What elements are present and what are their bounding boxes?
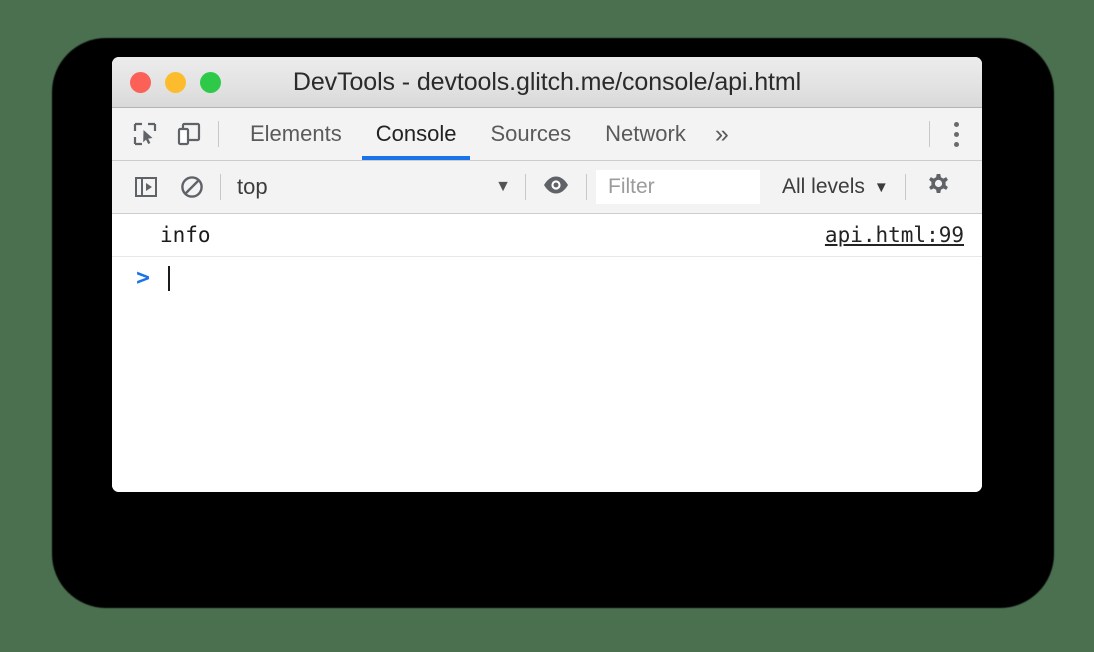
console-prompt-row[interactable]: > <box>112 257 982 299</box>
console-toolbar-divider-3 <box>586 174 587 200</box>
devtools-tab-bar: Elements Console Sources Network » <box>112 108 982 161</box>
text-cursor <box>168 265 170 291</box>
window-title: DevTools - devtools.glitch.me/console/ap… <box>292 67 802 96</box>
more-tabs-button[interactable]: » <box>703 108 739 160</box>
console-message-text: info <box>160 223 211 247</box>
console-message-row[interactable]: info api.html:99 <box>112 214 982 257</box>
gear-icon <box>923 170 953 205</box>
panel-tabs: Elements Console Sources Network » <box>219 108 739 160</box>
maximize-window-button[interactable] <box>200 71 221 93</box>
tab-elements-label: Elements <box>250 121 342 146</box>
kebab-dot <box>953 141 959 147</box>
execution-context-selector[interactable]: top ▼ <box>221 161 525 213</box>
tabbar-left-icons <box>112 108 218 160</box>
close-window-button[interactable] <box>130 71 151 93</box>
filter-input[interactable]: Filter <box>596 170 760 204</box>
tab-console-label: Console <box>375 121 457 146</box>
chevron-down-icon: ▼ <box>873 178 889 196</box>
filter-placeholder: Filter <box>608 175 655 198</box>
console-message-list[interactable]: info api.html:99 > <box>112 214 982 492</box>
tab-network[interactable]: Network <box>588 108 703 160</box>
tab-console[interactable]: Console <box>359 108 474 160</box>
minimize-window-button[interactable] <box>165 71 186 93</box>
device-toolbar-icon[interactable] <box>174 119 204 149</box>
window-title-bar: DevTools - devtools.glitch.me/console/ap… <box>112 57 982 108</box>
console-toolbar: top ▼ Filter All levels ▼ <box>112 161 982 214</box>
tab-sources[interactable]: Sources <box>473 108 588 160</box>
tab-network-label: Network <box>605 121 686 146</box>
tabbar-right-group <box>929 108 982 160</box>
kebab-dot <box>953 121 959 127</box>
kebab-dot <box>953 131 959 137</box>
devtools-window: DevTools - devtools.glitch.me/console/ap… <box>112 57 982 492</box>
clear-console-icon[interactable] <box>177 172 207 202</box>
create-live-expression-button[interactable] <box>526 161 586 213</box>
log-level-label: All levels <box>782 175 865 198</box>
chevron-down-icon: ▼ <box>495 178 511 195</box>
settings-button[interactable] <box>906 161 971 213</box>
console-toolbar-left-icons <box>112 161 220 213</box>
inspect-element-icon[interactable] <box>130 119 160 149</box>
eye-icon <box>542 172 570 203</box>
kebab-menu-icon[interactable] <box>930 108 982 160</box>
show-console-sidebar-icon[interactable] <box>131 172 161 202</box>
console-empty-area[interactable] <box>112 299 982 492</box>
log-level-selector[interactable]: All levels ▼ <box>760 161 905 213</box>
prompt-chevron-icon: > <box>136 264 150 291</box>
traffic-light-buttons <box>130 71 221 93</box>
tab-elements[interactable]: Elements <box>233 108 359 160</box>
tab-sources-label: Sources <box>490 121 572 146</box>
execution-context-value: top <box>237 174 268 199</box>
more-tabs-icon: » <box>714 119 729 148</box>
console-message-source-link[interactable]: api.html:99 <box>825 223 964 247</box>
